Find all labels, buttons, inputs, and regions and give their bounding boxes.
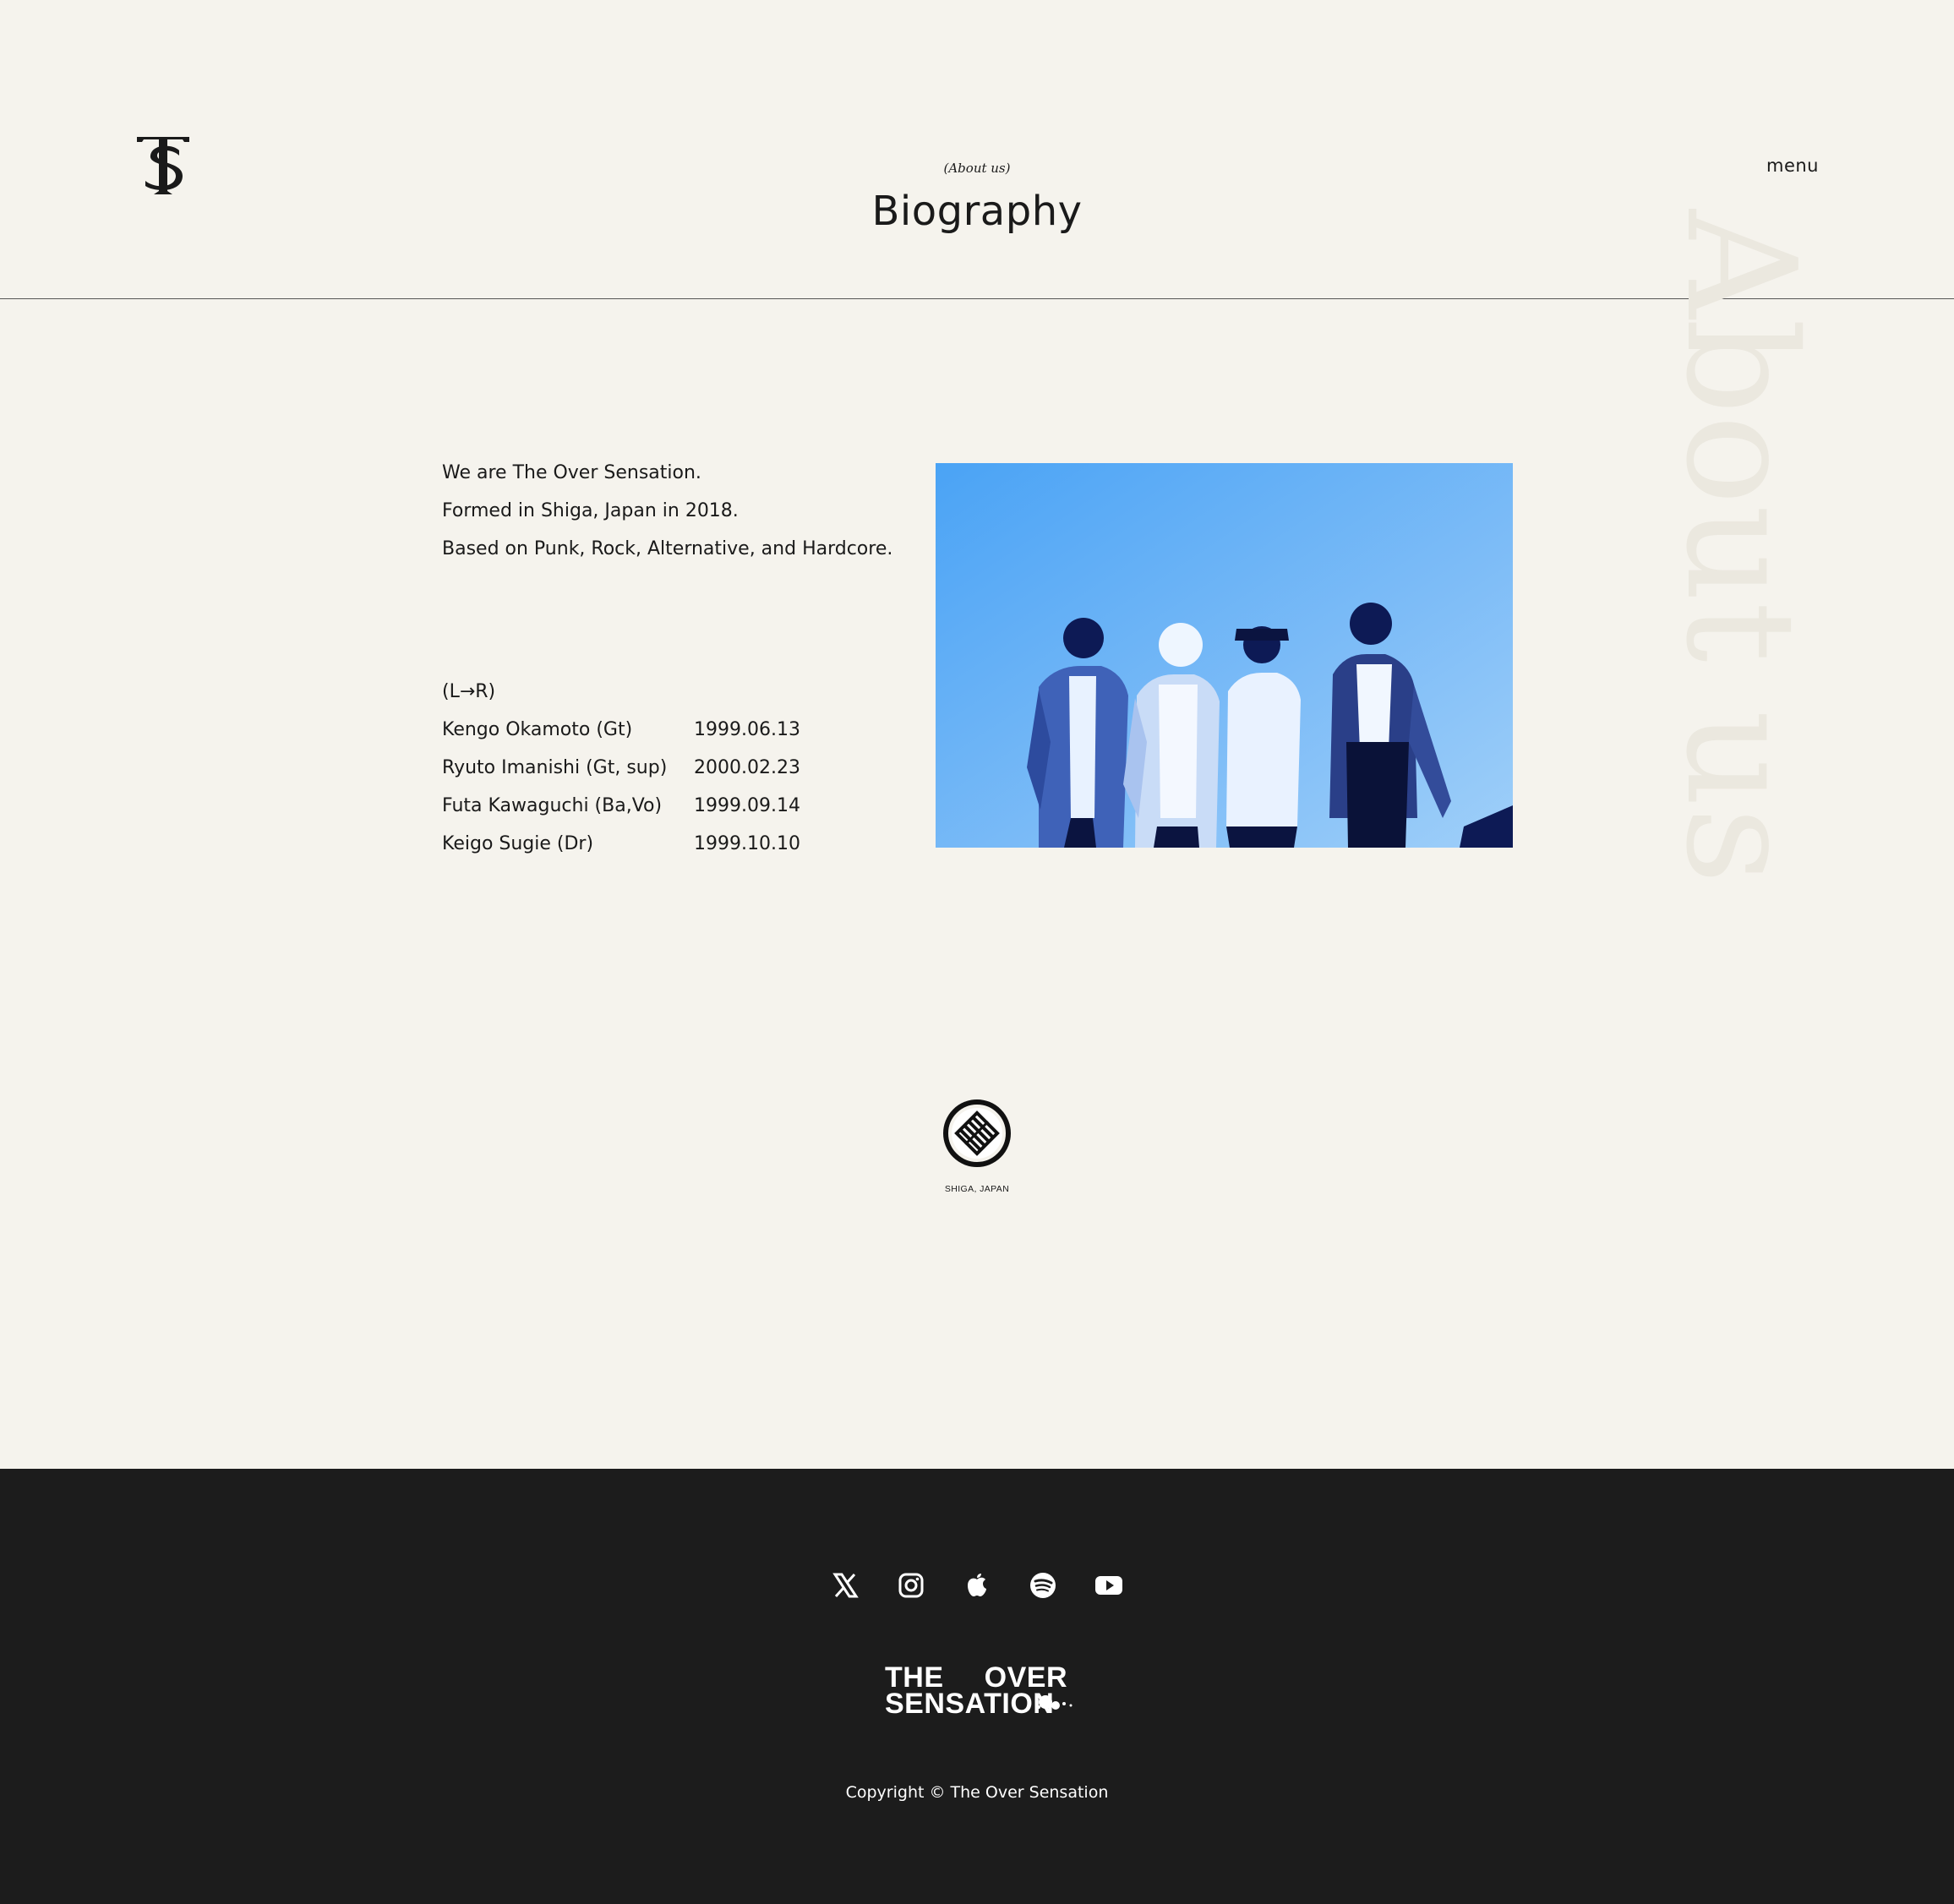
- order-label: (L→R): [442, 681, 496, 702]
- member-birthdate: 1999.06.13: [694, 719, 800, 740]
- member-name: Ryuto Imanishi (Gt, sup): [442, 757, 668, 778]
- youtube-link[interactable]: [1094, 1570, 1124, 1601]
- member-row: Futa Kawaguchi (Ba,Vo) 1999.09.14: [442, 787, 915, 825]
- emblem-caption: SHIGA, JAPAN: [944, 1184, 1010, 1194]
- paint-splash-icon: [1037, 1695, 1073, 1710]
- intro-line: Based on Punk, Rock, Alternative, and Ha…: [442, 538, 893, 559]
- member-name: Kengo Okamoto (Gt): [442, 719, 633, 740]
- x-link[interactable]: [830, 1570, 860, 1601]
- shiga-emblem-icon: [943, 1099, 1011, 1167]
- intro-line: We are The Over Sensation.: [442, 462, 701, 483]
- instagram-link[interactable]: [896, 1570, 926, 1601]
- member-list: (L→R) Kengo Okamoto (Gt) 1999.06.13 Ryut…: [442, 673, 915, 863]
- about-us-watermark: About us: [1653, 208, 1927, 1021]
- social-links: [0, 1570, 1954, 1601]
- member-birthdate: 1999.10.10: [694, 833, 800, 854]
- apple-music-link[interactable]: [962, 1570, 992, 1601]
- intro-line: Formed in Shiga, Japan in 2018.: [442, 500, 739, 521]
- apple-music-icon: [968, 1574, 986, 1596]
- copyright-text: Copyright © The Over Sensation: [845, 1783, 1109, 1802]
- watermark-text: About us: [1653, 208, 1828, 884]
- x-icon: [832, 1573, 859, 1598]
- member-row: Ryuto Imanishi (Gt, sup) 2000.02.23: [442, 749, 915, 787]
- member-birthdate: 1999.09.14: [694, 795, 800, 816]
- site-header: (About us) Biography menu: [0, 0, 1954, 299]
- intro-text: We are The Over Sensation. Formed in Shi…: [442, 454, 915, 568]
- member-row: Keigo Sugie (Dr) 1999.10.10: [442, 825, 915, 863]
- member-name: Futa Kawaguchi (Ba,Vo): [442, 795, 663, 816]
- page-title: Biography: [871, 188, 1083, 235]
- member-name: Keigo Sugie (Dr): [442, 833, 594, 854]
- menu-button[interactable]: menu: [1766, 155, 1819, 176]
- member-row: Kengo Okamoto (Gt) 1999.06.13: [442, 711, 915, 749]
- spotify-link[interactable]: [1028, 1570, 1058, 1601]
- instagram-icon: [898, 1573, 924, 1598]
- site-footer: THE OVER SENSATION Copyright © The Over …: [0, 1469, 1954, 1904]
- band-photo: [936, 463, 1513, 848]
- youtube-icon: [1095, 1576, 1122, 1595]
- section-eyebrow: (About us): [943, 161, 1011, 176]
- band-wordmark[interactable]: THE OVER SENSATION: [885, 1663, 1088, 1721]
- member-birthdate: 2000.02.23: [694, 757, 800, 778]
- spotify-icon: [1030, 1573, 1056, 1598]
